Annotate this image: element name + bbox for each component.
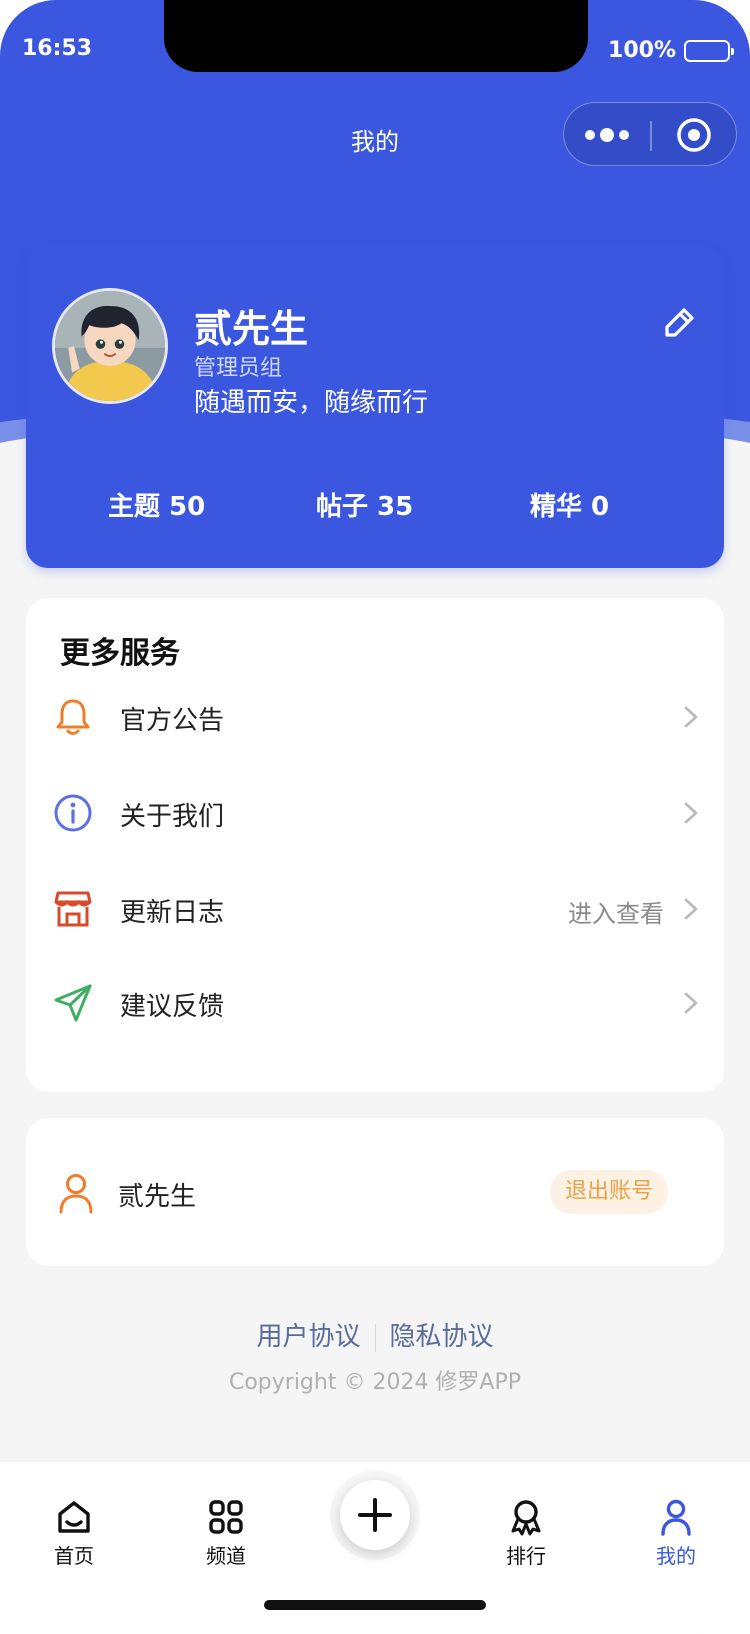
account-card: 贰先生 退出账号 [26, 1118, 724, 1266]
service-item-changelog[interactable]: 更新日志 进入查看 [26, 864, 724, 954]
avatar[interactable] [52, 288, 168, 404]
stat-posts[interactable]: 帖子 35 [316, 486, 413, 523]
status-time: 16:53 [22, 36, 93, 61]
notch [164, 0, 588, 72]
info-icon [54, 794, 92, 832]
tab-label: 排行 [506, 1544, 546, 1568]
send-icon [54, 984, 92, 1022]
more-icon[interactable] [584, 123, 630, 147]
service-item-announcement[interactable]: 官方公告 [26, 672, 724, 762]
chevron-right-icon [684, 992, 698, 1014]
chevron-right-icon [684, 706, 698, 728]
phone-screen: 16:53 100% 我的 贰先生 管理员组 随遇而安，随缘而行 主题 50 帖… [0, 0, 750, 1634]
mini-program-capsule [563, 102, 737, 166]
tab-mine[interactable]: 我的 [626, 1498, 726, 1569]
user-agreement-link[interactable]: 用户协议 [242, 1322, 374, 1352]
service-label: 更新日志 [120, 898, 225, 928]
copyright: Copyright © 2024 修罗APP [228, 1370, 522, 1395]
bell-icon [56, 699, 90, 735]
user-name: 贰先生 [194, 307, 309, 351]
user-icon [661, 1499, 691, 1536]
user-icon [59, 1174, 93, 1214]
service-extra: 进入查看 [568, 900, 664, 928]
service-item-feedback[interactable]: 建议反馈 [26, 958, 724, 1048]
close-target-icon[interactable] [676, 117, 712, 153]
stat-featured[interactable]: 精华 0 [530, 486, 609, 523]
tab-label: 我的 [656, 1544, 696, 1568]
tab-label: 首页 [54, 1544, 94, 1568]
capsule-divider [650, 121, 652, 151]
service-label: 建议反馈 [120, 992, 225, 1022]
battery-icon [684, 39, 734, 62]
stat-topics[interactable]: 主题 50 [108, 486, 205, 523]
service-label: 官方公告 [120, 706, 225, 736]
profile-stats: 主题 50 帖子 35 精华 0 [26, 486, 724, 526]
tab-ranking[interactable]: 排行 [476, 1498, 576, 1569]
services-card: 更多服务 官方公告 关于我们 更新日志 进入查看 建议反馈 [26, 598, 724, 1092]
award-icon [511, 1500, 541, 1536]
chevron-right-icon [684, 898, 698, 920]
footer-links: 用户协议 隐私协议 [0, 1316, 750, 1353]
home-indicator [264, 1600, 486, 1610]
grid-icon [209, 1500, 243, 1534]
user-motto: 随遇而安，随缘而行 [194, 388, 429, 418]
user-group: 管理员组 [194, 356, 283, 381]
service-label: 关于我们 [120, 802, 225, 832]
plus-icon [358, 1498, 392, 1532]
account-name: 贰先生 [118, 1182, 197, 1212]
privacy-agreement-link[interactable]: 隐私协议 [376, 1322, 508, 1352]
battery-percent: 100% [608, 38, 676, 63]
services-title: 更多服务 [60, 636, 180, 671]
status-battery: 100% [608, 38, 734, 63]
edit-pen-icon[interactable] [662, 304, 698, 340]
tab-home[interactable]: 首页 [24, 1498, 124, 1569]
chevron-right-icon [684, 802, 698, 824]
service-item-about[interactable]: 关于我们 [26, 768, 724, 858]
profile-card: 贰先生 管理员组 随遇而安，随缘而行 主题 50 帖子 35 精华 0 [26, 246, 724, 568]
tab-label: 频道 [206, 1544, 246, 1568]
home-icon [58, 1501, 90, 1533]
tab-channel[interactable]: 频道 [176, 1498, 276, 1569]
publish-button[interactable] [340, 1480, 410, 1550]
store-icon [54, 891, 92, 927]
logout-button[interactable]: 退出账号 [550, 1170, 668, 1214]
